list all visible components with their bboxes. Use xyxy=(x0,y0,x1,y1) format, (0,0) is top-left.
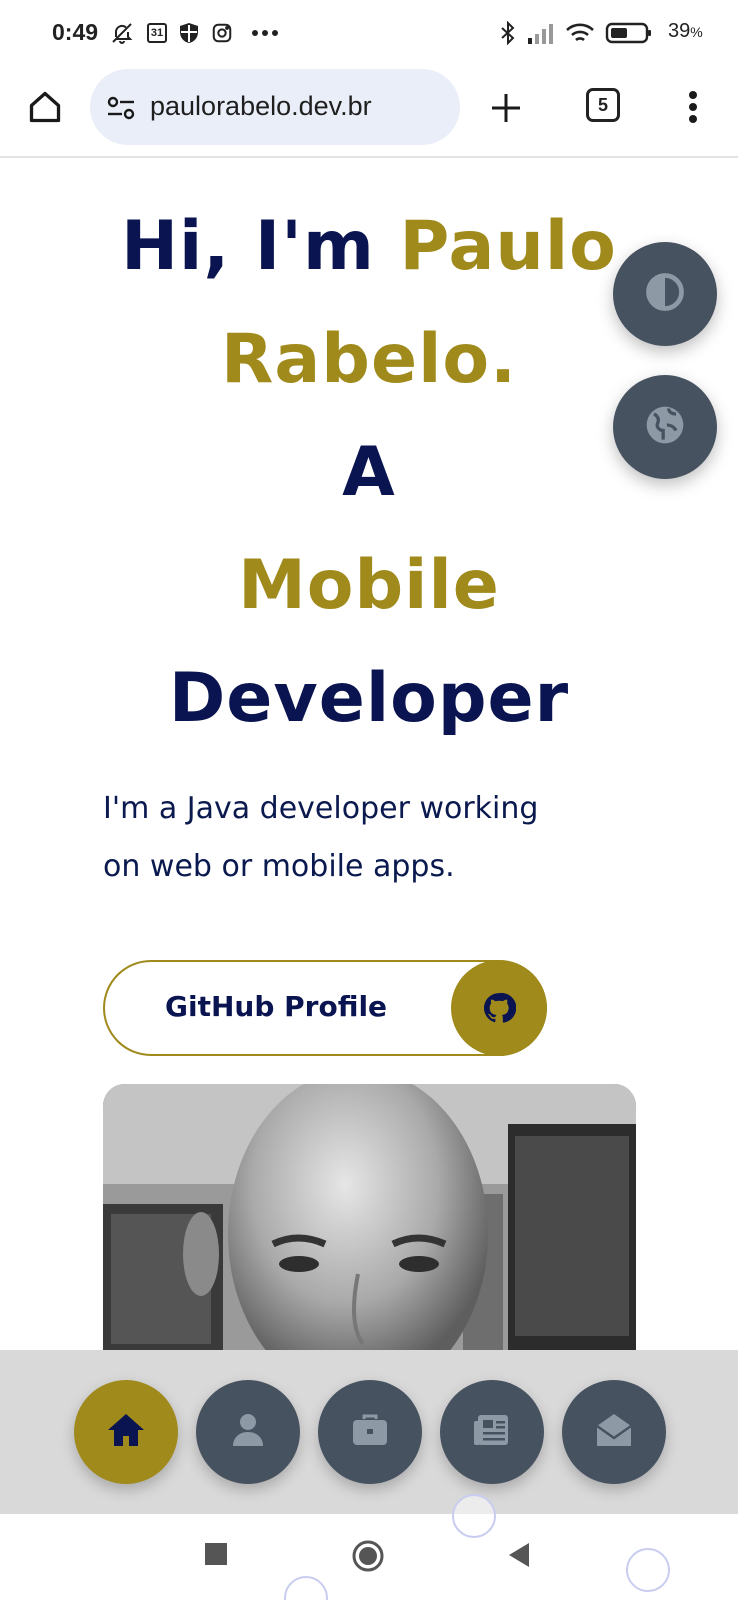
nav-contact-button[interactable] xyxy=(562,1380,666,1484)
role-first: Mobile xyxy=(238,546,500,625)
more-dots-icon xyxy=(250,20,280,46)
address-bar[interactable]: paulorabelo.dev.br xyxy=(90,69,460,145)
globe-icon xyxy=(643,403,687,451)
profile-photo xyxy=(103,1084,636,1354)
intro-line-2: on web or mobile apps. xyxy=(103,849,455,884)
bluetooth-icon xyxy=(497,20,519,46)
nav-portfolio-button[interactable] xyxy=(318,1380,422,1484)
nav-home-button[interactable] xyxy=(74,1380,178,1484)
status-bar: 0:49 31 39% xyxy=(0,0,738,64)
language-toggle-button[interactable] xyxy=(613,375,717,479)
battery-icon xyxy=(604,20,654,46)
instagram-icon xyxy=(209,20,235,46)
menu-icon[interactable] xyxy=(670,84,716,130)
name-first: Paulo xyxy=(399,207,617,286)
role-second: Developer xyxy=(168,659,570,738)
bottom-navigation xyxy=(0,1350,738,1514)
user-icon xyxy=(231,1412,265,1452)
calendar-icon: 31 xyxy=(144,20,170,46)
signal-icon xyxy=(525,20,557,46)
site-settings-icon[interactable] xyxy=(104,91,138,125)
calendar-day: 31 xyxy=(150,27,164,39)
greeting: Hi, I'm xyxy=(121,207,375,286)
recents-icon[interactable] xyxy=(204,1542,228,1566)
touch-indicator xyxy=(626,1548,670,1592)
github-profile-button[interactable]: GitHub Profile xyxy=(103,960,547,1056)
touch-indicator xyxy=(452,1494,496,1538)
wifi-icon xyxy=(563,20,597,46)
home-icon xyxy=(106,1412,146,1452)
github-profile-label: GitHub Profile xyxy=(165,990,388,1023)
intro-text: I'm a Java developer working on web or m… xyxy=(103,780,623,896)
envelope-open-icon xyxy=(595,1412,633,1452)
briefcase-icon xyxy=(351,1413,389,1451)
newspaper-icon xyxy=(473,1413,511,1451)
system-navigation xyxy=(0,1514,738,1600)
nav-about-button[interactable] xyxy=(196,1380,300,1484)
back-icon[interactable] xyxy=(506,1542,532,1568)
tabs-icon[interactable]: 5 xyxy=(586,88,620,122)
battery-level: 39% xyxy=(668,20,703,42)
system-home-icon[interactable] xyxy=(350,1538,386,1574)
shield-icon xyxy=(176,20,202,46)
clock: 0:49 xyxy=(52,19,99,45)
theme-toggle-button[interactable] xyxy=(613,242,717,346)
url-text[interactable]: paulorabelo.dev.br xyxy=(150,91,372,122)
tab-count: 5 xyxy=(597,94,608,115)
home-icon[interactable] xyxy=(22,84,68,130)
nav-blog-button[interactable] xyxy=(440,1380,544,1484)
new-tab-icon[interactable] xyxy=(484,86,528,130)
browser-toolbar: paulorabelo.dev.br 5 xyxy=(0,64,738,158)
contrast-icon xyxy=(643,270,687,318)
intro-line-1: I'm a Java developer working xyxy=(103,791,539,826)
mute-icon xyxy=(108,20,136,46)
github-icon xyxy=(451,960,547,1056)
